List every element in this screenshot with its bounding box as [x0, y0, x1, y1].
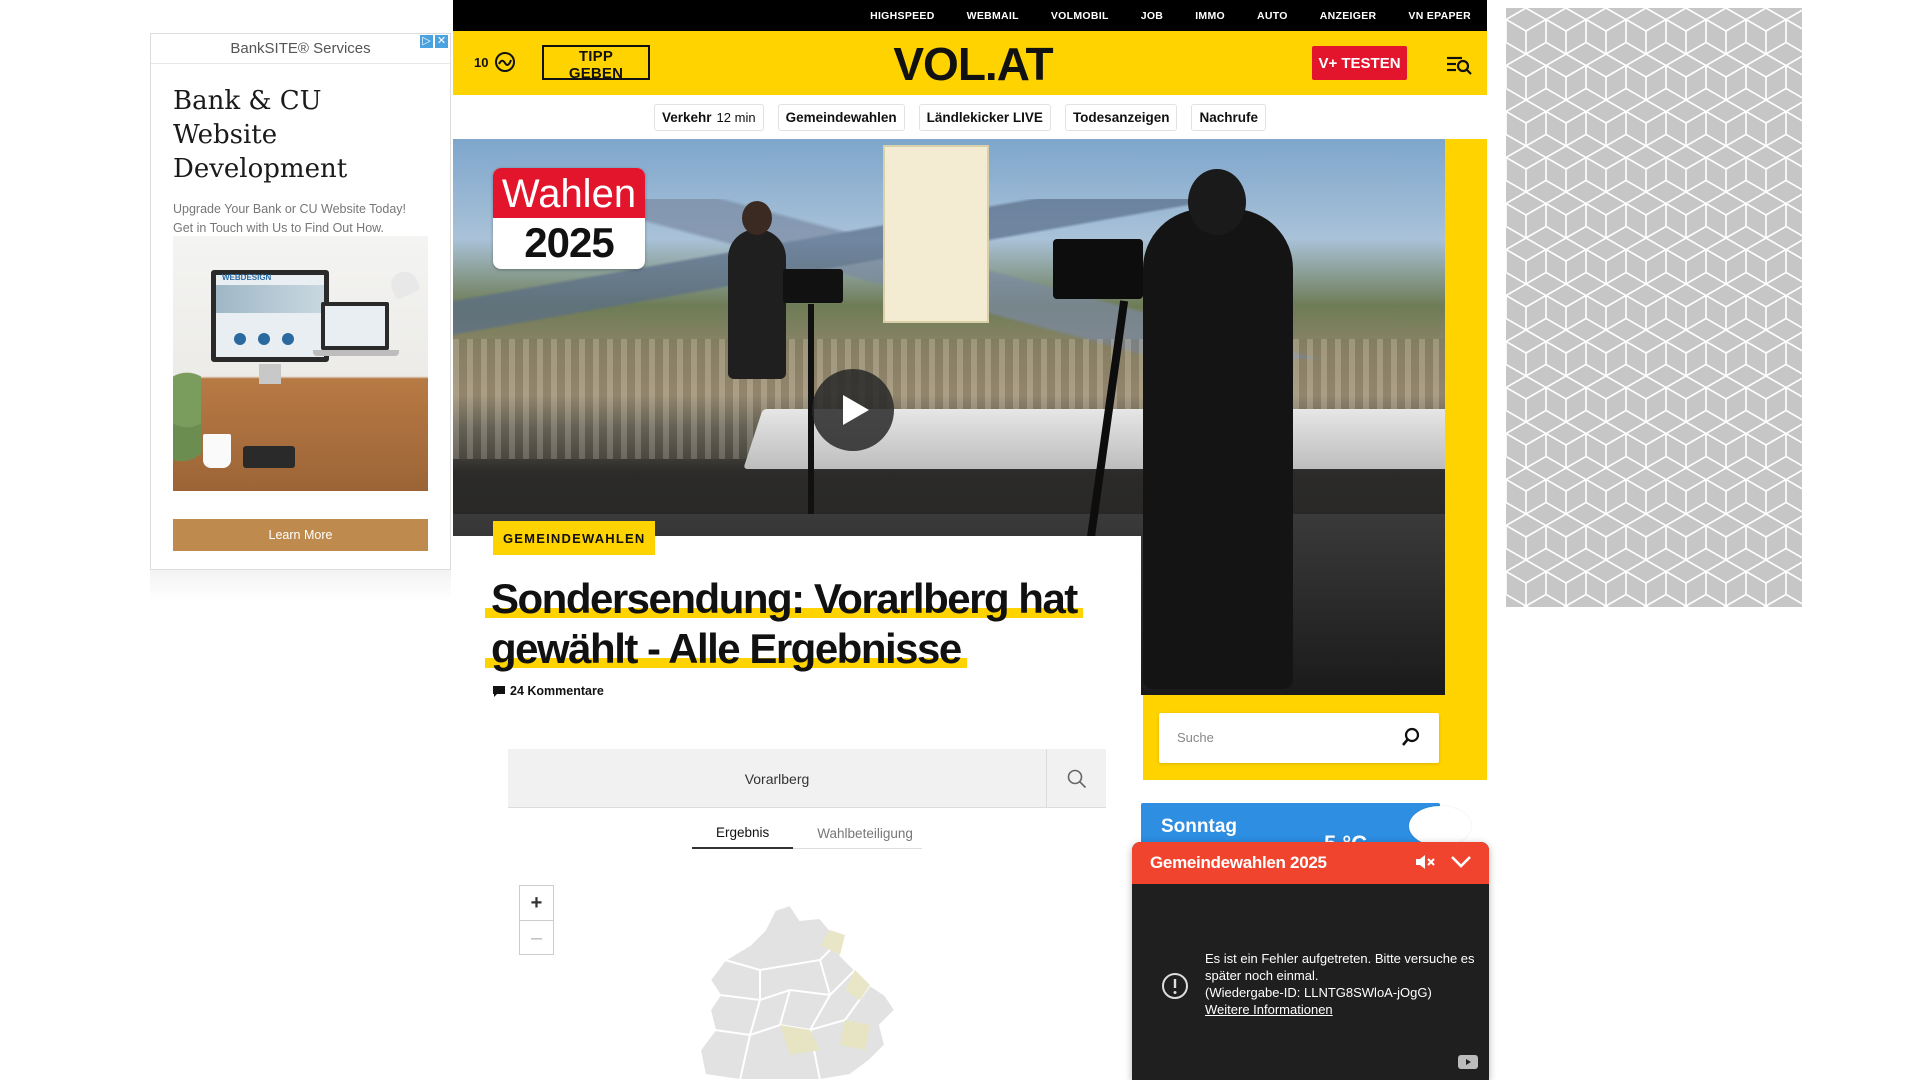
menu-search-icon[interactable]: [1446, 53, 1472, 75]
ad-shadow: [150, 570, 451, 602]
comments-count: 24 Kommentare: [510, 684, 604, 698]
region-search[interactable]: Vorarlberg: [508, 749, 1106, 808]
studio-screen: [883, 145, 989, 323]
nav-vn-epaper[interactable]: VN EPAPER: [1408, 10, 1471, 22]
badge-bottom: 2025: [524, 219, 614, 266]
quicklink-label: Todesanzeigen: [1072, 109, 1170, 125]
chevron-down-icon[interactable]: [1450, 854, 1472, 870]
nav-webmail[interactable]: WEBMAIL: [967, 10, 1019, 22]
nav-anzeiger[interactable]: ANZEIGER: [1320, 10, 1377, 22]
quicklink-label: Nachrufe: [1199, 109, 1258, 125]
tipp-geben-button[interactable]: TIPP GEBEN: [542, 45, 650, 82]
article-kicker[interactable]: GEMEINDEWAHLEN: [493, 521, 656, 555]
play-icon: [843, 395, 869, 425]
camera-operator: [1143, 169, 1293, 689]
error-message: Es ist ein Fehler aufgetreten. Bitte ver…: [1205, 951, 1475, 983]
badge-top: Wahlen: [493, 168, 645, 218]
quicklink-todesanzeigen[interactable]: Todesanzeigen: [1064, 103, 1178, 131]
comment-icon: [493, 685, 505, 697]
sidebar-yellow-strip: [1445, 139, 1487, 780]
election-tabs: Ergebnis Wahlbeteiligung: [692, 817, 922, 849]
quicklink-label: Ländlekicker LIVE: [926, 109, 1043, 125]
alert-icon: [1162, 973, 1188, 999]
site-logo[interactable]: VOL.AT: [883, 37, 1063, 91]
map-zoom-controls: + –: [519, 885, 554, 955]
quicklink-gemeindewahlen[interactable]: Gemeindewahlen: [777, 103, 905, 131]
ad-choices[interactable]: ▷ ✕: [420, 35, 448, 48]
top-service-nav: HIGHSPEED WEBMAIL VOLMOBIL JOB IMMO AUTO…: [453, 0, 1487, 31]
ad-text: Upgrade Your Bank or CU Website Today! G…: [173, 202, 407, 235]
advertisement-left[interactable]: BankSITE® Services ▷ ✕ Bank & CU Website…: [150, 33, 451, 570]
presenter: [728, 201, 786, 379]
nav-immo[interactable]: IMMO: [1195, 10, 1225, 22]
camera: [783, 269, 843, 303]
play-button[interactable]: [812, 369, 894, 451]
ad-sponsor-bar: BankSITE® Services ▷ ✕: [151, 34, 450, 64]
floating-video-player[interactable]: Gemeindewahlen 2025 Es ist ein Fehler au…: [1132, 842, 1489, 1080]
article-card: GEMEINDEWAHLEN Sondersendung: Vorarlberg…: [453, 521, 1141, 736]
wahlen-2025-badge: Wahlen 2025: [493, 168, 645, 269]
headline-text[interactable]: Sondersendung: Vorarlberg hat gewählt - …: [485, 575, 1083, 672]
nav-volmobil[interactable]: VOLMOBIL: [1051, 10, 1109, 22]
gauge-count[interactable]: 10: [474, 55, 488, 70]
quicklink-laendlekicker[interactable]: Ländlekicker LIVE: [918, 103, 1051, 131]
sidebar-search-input[interactable]: Suche: [1177, 730, 1214, 745]
election-map[interactable]: [680, 900, 940, 1080]
article-headline[interactable]: Sondersendung: Vorarlberg hat gewählt - …: [485, 574, 1125, 674]
gauge-icon[interactable]: [494, 51, 516, 73]
ad-learn-more-button[interactable]: Learn More: [173, 519, 428, 551]
search-icon: [1067, 769, 1086, 788]
zoom-in-button[interactable]: +: [520, 886, 553, 921]
ad-image[interactable]: WEBDESIGN: [173, 236, 428, 491]
laptop-graphic: [321, 302, 389, 350]
ad-close-icon[interactable]: ✕: [435, 35, 448, 48]
search-icon[interactable]: [1401, 727, 1421, 747]
vplus-testen-button[interactable]: V+ TESTEN: [1312, 46, 1407, 80]
tab-ergebnis[interactable]: Ergebnis: [692, 817, 794, 849]
region-search-input[interactable]: Vorarlberg: [508, 749, 1046, 808]
plant-graphic: [173, 356, 201, 466]
nav-highspeed[interactable]: HIGHSPEED: [870, 10, 935, 22]
more-info-link[interactable]: Weitere Informationen: [1205, 1002, 1333, 1017]
quicklink-sub: 12 min: [716, 109, 756, 125]
playback-error: Es ist ein Fehler aufgetreten. Bitte ver…: [1205, 950, 1475, 1018]
error-id: (Wiedergabe-ID: LLNTG8SWloA-jOgG): [1205, 985, 1432, 1000]
mute-icon[interactable]: [1415, 853, 1437, 871]
tablet-graphic: [243, 446, 295, 468]
quick-links-bar: Verkehr 12 min Gemeindewahlen Ländlekick…: [453, 95, 1487, 139]
ad-sponsor: BankSITE® Services: [230, 40, 371, 57]
nav-auto[interactable]: AUTO: [1257, 10, 1288, 22]
floating-player-title: Gemeindewahlen 2025: [1150, 853, 1327, 872]
youtube-icon[interactable]: [1458, 1055, 1478, 1069]
comments-link[interactable]: 24 Kommentare: [493, 684, 604, 698]
mug-graphic: [203, 434, 231, 468]
zoom-out-button[interactable]: –: [520, 921, 553, 956]
monitor-graphic: WEBDESIGN: [211, 270, 329, 362]
tab-wahlbeteiligung[interactable]: Wahlbeteiligung: [793, 817, 937, 849]
sidebar-search[interactable]: Suche: [1159, 713, 1439, 763]
nav-job[interactable]: JOB: [1141, 10, 1164, 22]
quicklink-verkehr[interactable]: Verkehr 12 min: [654, 103, 764, 131]
floating-player-header: Gemeindewahlen 2025: [1132, 842, 1489, 884]
ad-title[interactable]: Bank & CU Website Development: [173, 84, 428, 186]
ad-image-text: WEBDESIGN: [222, 273, 272, 282]
quicklink-label: Gemeindewahlen: [785, 109, 897, 125]
weather-cloud-icon: [1409, 806, 1471, 846]
quicklink-nachrufe[interactable]: Nachrufe: [1191, 103, 1266, 131]
advertisement-right[interactable]: [1506, 8, 1802, 607]
ad-info-icon[interactable]: ▷: [420, 35, 433, 48]
region-search-button[interactable]: [1046, 749, 1106, 808]
lamp-graphic: [387, 267, 421, 301]
weather-day: Sonntag: [1161, 816, 1237, 837]
site-header: 10 TIPP GEBEN VOL.AT V+ TESTEN: [453, 31, 1487, 95]
cube-pattern: [1506, 8, 1802, 607]
quicklink-label: Verkehr: [662, 109, 712, 125]
